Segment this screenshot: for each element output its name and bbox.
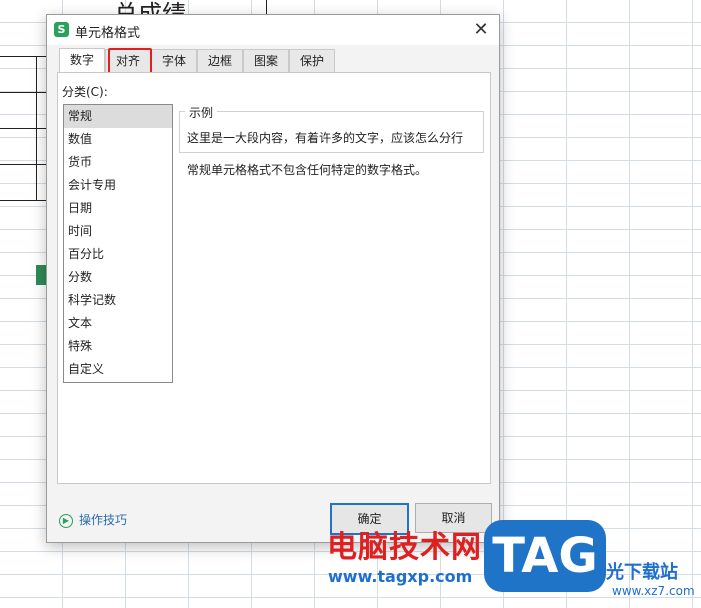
category-item-text[interactable]: 文本 [64, 312, 172, 335]
wps-app-icon: S [54, 22, 69, 37]
category-item-percentage[interactable]: 百分比 [64, 243, 172, 266]
category-item-time[interactable]: 时间 [64, 220, 172, 243]
category-item-special[interactable]: 特殊 [64, 335, 172, 358]
watermark-right-cn: 光下载站 [606, 562, 678, 583]
category-item-currency[interactable]: 货币 [64, 151, 172, 174]
dialog-titlebar: S 单元格格式 ✕ [47, 15, 499, 45]
dialog-title: 单元格格式 [75, 26, 141, 41]
cell-border [0, 92, 46, 93]
cell-border [0, 128, 46, 129]
format-description: 常规单元格格式不包含任何特定的数字格式。 [187, 163, 428, 177]
watermark-cn-text: 电脑技术网 [327, 530, 482, 565]
category-item-number[interactable]: 数值 [64, 128, 172, 151]
category-item-accounting[interactable]: 会计专用 [64, 174, 172, 197]
cell-border [0, 164, 46, 165]
category-item-fraction[interactable]: 分数 [64, 266, 172, 289]
category-label: 分类(C): [62, 85, 108, 99]
play-circle-icon: ▶ [59, 513, 73, 528]
category-list[interactable]: 常规 数值 货币 会计专用 日期 时间 百分比 分数 科学记数 文本 特殊 自定… [63, 104, 173, 383]
format-cells-dialog: S 单元格格式 ✕ 数字 对齐 字体 边框 图案 保护 分类(C): 常规 数值… [46, 14, 500, 543]
sample-label: 示例 [185, 104, 218, 121]
watermark-url: www.tagxp.com [328, 567, 473, 586]
tab-border[interactable]: 边框 [197, 49, 243, 72]
sample-text: 这里是一大段内容，有着许多的文字，应该怎么分行 [187, 131, 464, 145]
cell-border [0, 56, 46, 57]
tips-link[interactable]: ▶ 操作技巧 [59, 511, 127, 528]
number-tab-panel: 分类(C): 常规 数值 货币 会计专用 日期 时间 百分比 分数 科学记数 文… [57, 72, 491, 484]
tab-font[interactable]: 字体 [151, 49, 197, 72]
close-icon[interactable]: ✕ [469, 18, 493, 42]
category-item-scientific[interactable]: 科学记数 [64, 289, 172, 312]
tab-number[interactable]: 数字 [59, 48, 105, 73]
tab-pattern[interactable]: 图案 [243, 49, 289, 72]
category-item-general[interactable]: 常规 [64, 105, 172, 128]
category-item-date[interactable]: 日期 [64, 197, 172, 220]
watermark-right-url: www.xz7.com [612, 584, 695, 598]
cell-border [0, 200, 46, 201]
category-item-custom[interactable]: 自定义 [64, 358, 172, 381]
tag-logo: TAG [484, 520, 606, 592]
tab-protection[interactable]: 保护 [289, 49, 335, 72]
tips-label: 操作技巧 [79, 513, 128, 527]
